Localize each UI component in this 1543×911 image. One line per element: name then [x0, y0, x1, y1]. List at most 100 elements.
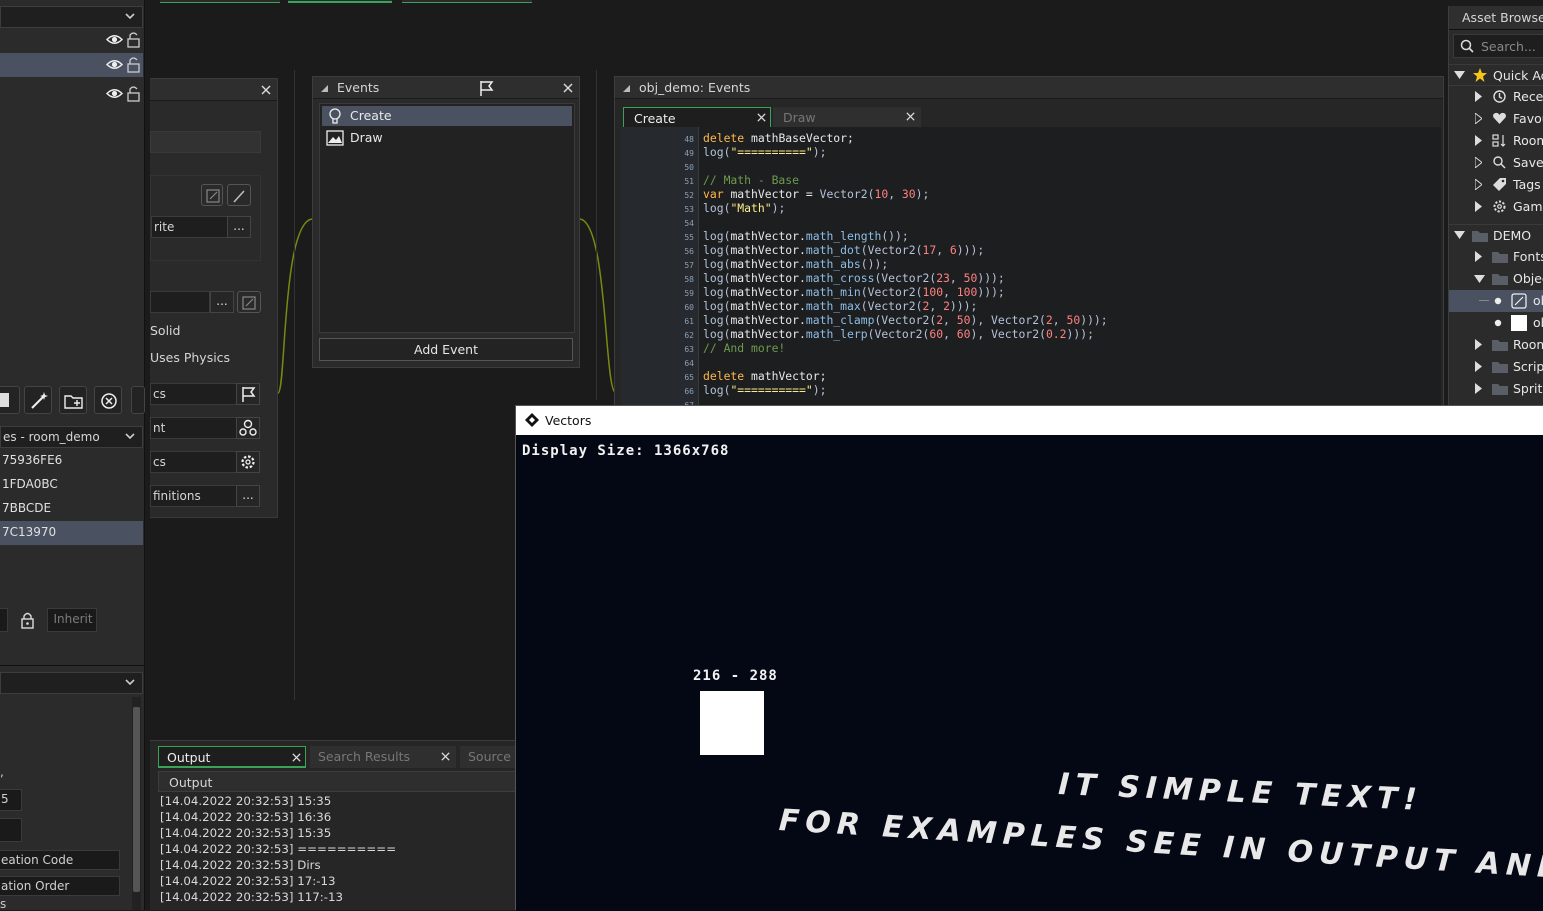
unlock-icon[interactable]	[127, 56, 140, 73]
close-icon[interactable]	[440, 751, 451, 762]
close-icon[interactable]	[562, 82, 574, 94]
flag-icon[interactable]	[477, 79, 495, 97]
tab-source-control[interactable]: Source C	[460, 746, 520, 768]
demo-project-header[interactable]: DEMO	[1449, 224, 1543, 246]
code-line[interactable]: log(mathVector.math_clamp(Vector2(2, 50)…	[703, 313, 1108, 327]
code-line[interactable]: log(mathVector.math_min(Vector2(100, 100…	[703, 285, 1005, 299]
creation-order-button[interactable]: ation Order	[0, 876, 120, 896]
tree-item-saved-searches[interactable]: Saved	[1449, 152, 1543, 174]
events-icon-button[interactable]	[236, 383, 260, 405]
edit-sprite-button[interactable]	[201, 184, 223, 206]
sprite-field[interactable]: rite	[151, 216, 228, 238]
layer-row-selected[interactable]	[0, 53, 143, 77]
value-field[interactable]	[0, 818, 22, 842]
code-line[interactable]: log("==========");	[703, 145, 826, 159]
instance-row[interactable]: 1FDA0BC	[0, 473, 143, 497]
code-line[interactable]: // Math - Base	[703, 173, 799, 187]
instance-row[interactable]: 7BBCDE	[0, 497, 143, 521]
code-line[interactable]: log(mathVector.math_abs());	[703, 257, 888, 271]
visibility-eye-icon[interactable]	[106, 86, 123, 101]
add-event-button[interactable]: Add Event	[319, 338, 573, 361]
name-field[interactable]	[150, 131, 261, 153]
visibility-eye-icon[interactable]	[106, 57, 123, 72]
sprite-more-button[interactable]: ...	[227, 216, 251, 238]
variable-definitions-button[interactable]: finitions	[150, 485, 238, 507]
value-field[interactable]: 5	[0, 789, 22, 811]
delete-button[interactable]	[94, 386, 122, 414]
tree-folder-rooms[interactable]: Room	[1449, 334, 1543, 356]
edit-mask-button[interactable]	[237, 291, 261, 313]
layer-field-partial[interactable]	[0, 608, 8, 632]
instance-row[interactable]: 75936FE6	[0, 449, 143, 473]
tree-folder-sprites[interactable]: Sprite	[1449, 378, 1543, 400]
code-line[interactable]: var mathVector = Vector2(10, 30);	[703, 187, 929, 201]
add-folder-button[interactable]	[59, 386, 87, 414]
code-line[interactable]: log(mathVector.math_cross(Vector2(23, 50…	[703, 271, 1005, 285]
quick-access-header[interactable]: Quick Acc	[1449, 64, 1543, 86]
asset-search-input[interactable]: Search...	[1453, 34, 1543, 58]
code-line[interactable]: delete mathBaseVector;	[703, 131, 854, 145]
mask-more-button[interactable]: ...	[210, 291, 234, 313]
close-icon[interactable]	[905, 111, 916, 122]
close-icon[interactable]	[291, 752, 302, 763]
code-line[interactable]: log("==========");	[703, 383, 826, 397]
properties-dropdown[interactable]	[0, 672, 143, 694]
toolbar-button[interactable]	[0, 386, 20, 414]
tree-item-obj-demo[interactable]: ob	[1449, 290, 1543, 312]
tree-item-room-order[interactable]: Room	[1449, 130, 1543, 152]
tree-item-obj[interactable]: ob	[1449, 312, 1543, 334]
code-line[interactable]: log(mathVector.math_max(Vector2(2, 2)));	[703, 299, 977, 313]
code-line[interactable]: log(mathVector.math_dot(Vector2(17, 6)))…	[703, 243, 984, 257]
collision-mask-field[interactable]	[150, 291, 210, 313]
code-line[interactable]: log(mathVector.math_length());	[703, 229, 909, 243]
tree-item-favourites[interactable]: Favou	[1449, 108, 1543, 130]
visibility-eye-icon[interactable]	[106, 32, 123, 47]
layer-row[interactable]	[0, 28, 143, 52]
magic-wand-button[interactable]	[24, 386, 52, 414]
workspace-tab[interactable]	[402, 0, 532, 3]
physics-icon-button[interactable]	[236, 451, 260, 473]
parent-icon-button[interactable]	[236, 417, 260, 439]
event-create[interactable]: Create	[322, 106, 572, 126]
event-draw[interactable]: Draw	[322, 128, 572, 148]
code-line[interactable]: log("Math");	[703, 201, 785, 215]
tab-output[interactable]: Output	[158, 746, 306, 768]
game-canvas[interactable]: Display Size: 1366x768 216 - 288 IT SIMP…	[516, 435, 1543, 911]
code-area[interactable]: 48 49 50 51 52 53 54 55 56 57 58 59 60 6…	[621, 127, 1441, 410]
definitions-more-button[interactable]: ...	[236, 485, 260, 507]
instances-layer-dropdown[interactable]: es - room_demo	[0, 426, 143, 448]
tab-search-results[interactable]: Search Results	[310, 746, 456, 768]
tree-item-tags[interactable]: Tags	[1449, 174, 1543, 196]
code-line[interactable]: delete mathVector;	[703, 369, 826, 383]
workspace-tab[interactable]	[160, 0, 280, 3]
creation-code-button[interactable]: eation Code	[0, 850, 120, 870]
code-line[interactable]: // And more!	[703, 341, 785, 355]
tree-folder-objects[interactable]: Objec	[1449, 268, 1543, 290]
workspace-tab-active[interactable]	[288, 0, 392, 3]
tree-folder-fonts[interactable]: Fonts	[1449, 246, 1543, 268]
parent-button[interactable]: nt	[150, 417, 238, 439]
tree-item-recent[interactable]: Recen	[1449, 86, 1543, 108]
toolbar-button-partial[interactable]	[131, 386, 145, 414]
lock-icon[interactable]	[20, 611, 35, 629]
scrollbar-thumb[interactable]	[133, 707, 140, 892]
events-button[interactable]: cs	[150, 383, 238, 405]
instance-row-selected[interactable]: 7C13970	[0, 521, 143, 545]
physics-button[interactable]: cs	[150, 451, 238, 473]
scrollbar-track[interactable]	[132, 697, 141, 910]
tab-draw[interactable]: Draw	[773, 107, 921, 127]
tab-create[interactable]: Create	[623, 107, 771, 127]
layer-row[interactable]	[0, 82, 143, 106]
tree-item-game-options[interactable]: Game	[1449, 196, 1543, 218]
collapse-triangle-icon[interactable]	[321, 85, 328, 92]
inherit-button[interactable]: Inherit	[47, 608, 97, 632]
game-window-titlebar[interactable]: Vectors	[516, 406, 1543, 435]
layers-dropdown[interactable]	[0, 6, 143, 28]
unlock-icon[interactable]	[127, 31, 140, 48]
close-icon[interactable]	[260, 84, 272, 96]
collapse-triangle-icon[interactable]	[623, 85, 630, 92]
game-window[interactable]: Vectors Display Size: 1366x768 216 - 288…	[515, 405, 1543, 911]
brush-button[interactable]	[227, 184, 251, 206]
unlock-icon[interactable]	[127, 85, 140, 102]
close-icon[interactable]	[756, 112, 767, 123]
